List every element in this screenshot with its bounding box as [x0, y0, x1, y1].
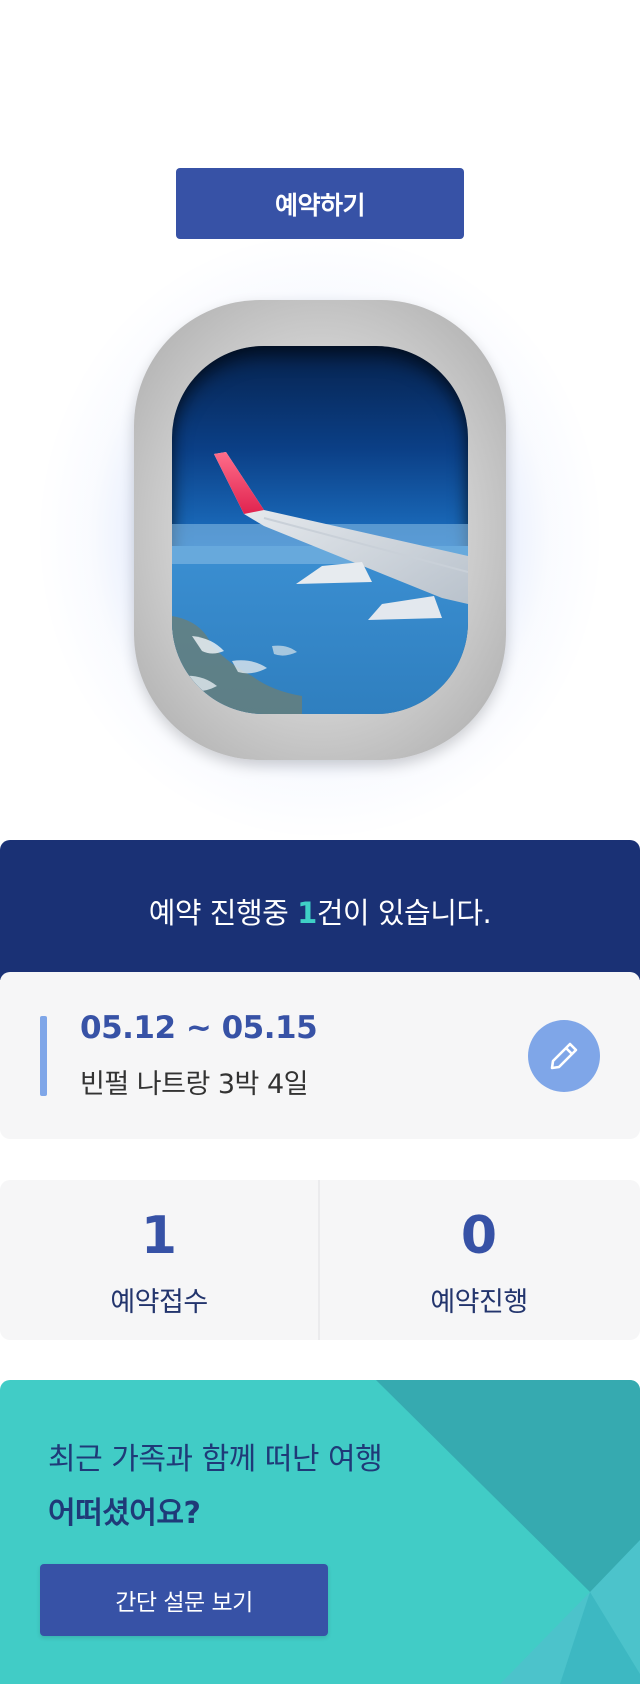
trip-accent-bar [40, 1016, 47, 1096]
promo-decoration [376, 1380, 640, 1684]
promo-line-1: 최근 가족과 함께 떠난 여행 [48, 1442, 383, 1477]
survey-button[interactable]: 간단 설문 보기 [40, 1564, 328, 1636]
reserve-button[interactable]: 예약하기 [176, 168, 464, 239]
stat-received-count: 1 [140, 1206, 178, 1266]
survey-promo-banner [0, 1380, 640, 1684]
promo-line-2: 어떠셨어요? [48, 1496, 201, 1531]
stat-progress-count: 0 [460, 1206, 498, 1266]
trip-dates: 05.12 ~ 05.15 [80, 1010, 318, 1046]
pencil-icon [550, 1042, 578, 1070]
stat-received-label: 예약접수 [110, 1287, 208, 1318]
stat-progress-label: 예약진행 [430, 1287, 528, 1318]
trip-name: 빈펄 나트랑 3박 4일 [80, 1069, 308, 1100]
edit-trip-button[interactable] [528, 1020, 600, 1092]
status-prefix: 예약 진행중 [148, 896, 298, 930]
airplane-window-illustration [172, 346, 468, 714]
reservation-status-text: 예약 진행중 1건이 있습니다. [0, 890, 640, 932]
status-count: 1 [297, 896, 317, 930]
status-suffix: 건이 있습니다. [316, 896, 492, 930]
